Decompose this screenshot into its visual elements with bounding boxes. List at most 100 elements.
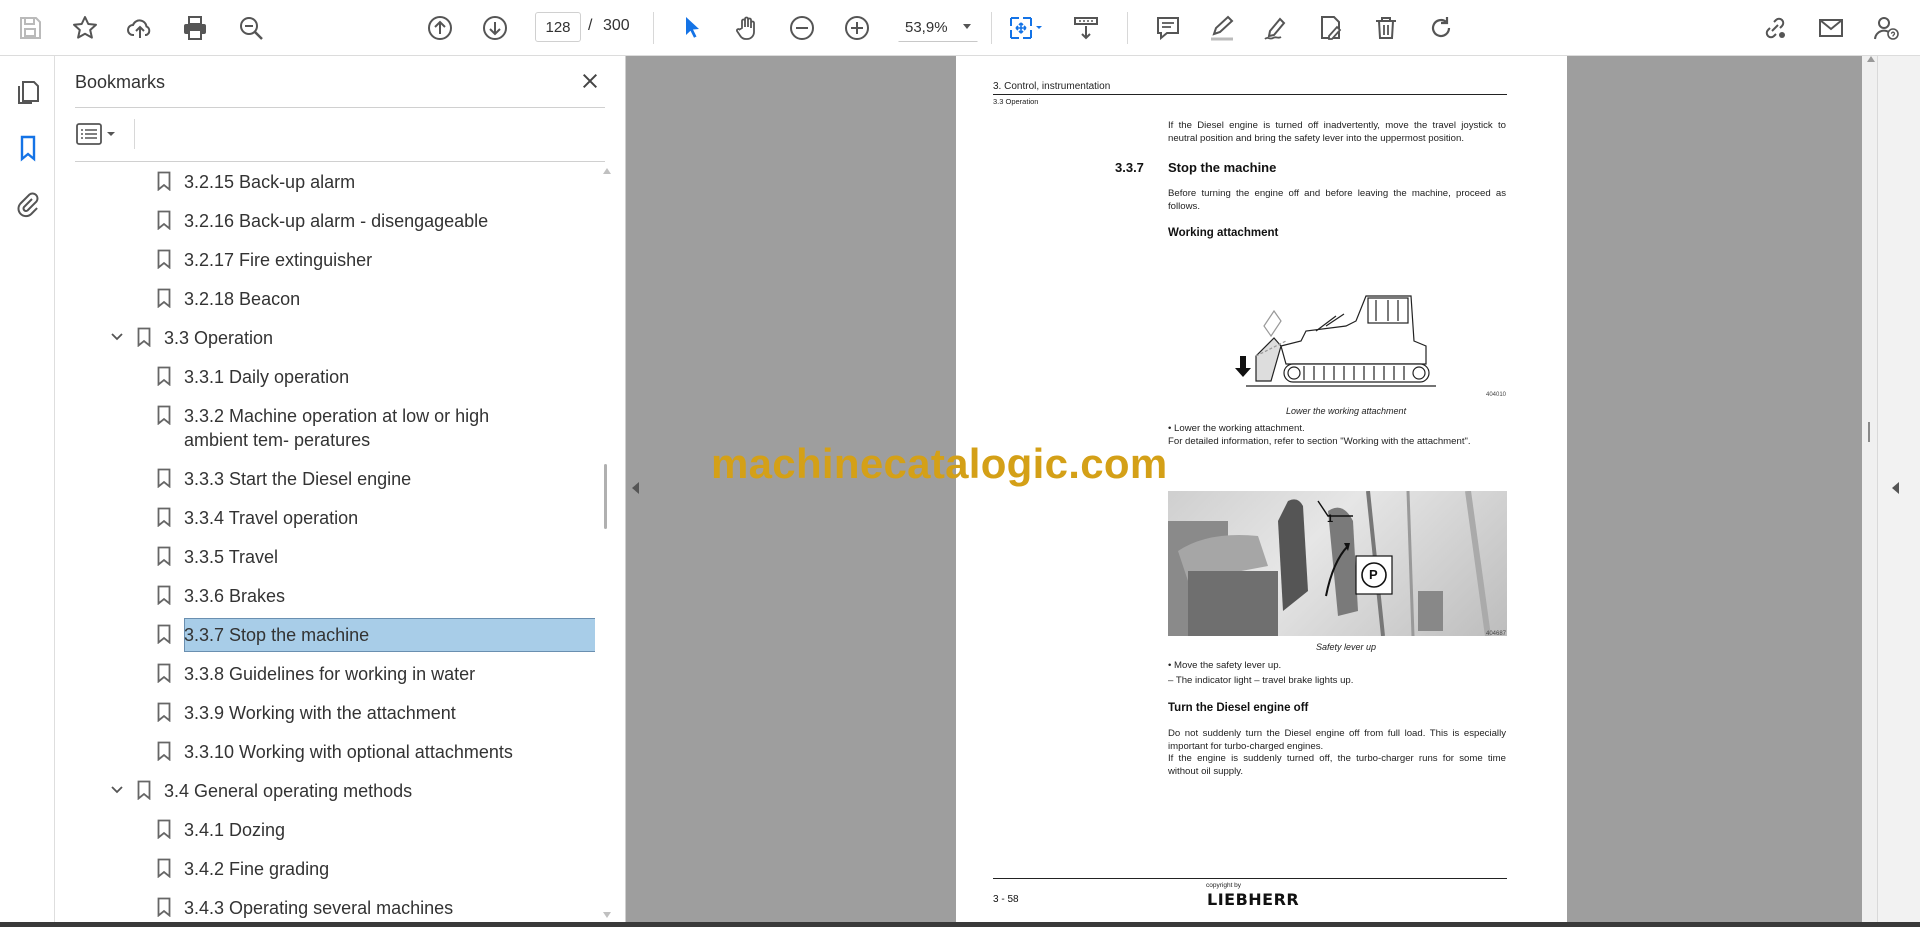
section-number: 3.3.7	[1115, 160, 1144, 175]
options-divider	[134, 119, 135, 149]
bullet-indicator-light: – The indicator light – travel brake lig…	[1168, 675, 1354, 686]
watermark-text: machinecatalogic.com	[711, 440, 1168, 487]
bookmark-item[interactable]: 3.3.3 Start the Diesel engine	[55, 460, 595, 496]
pdf-page: 3. Control, instrumentation 3.3 Operatio…	[956, 56, 1567, 922]
bookmark-item[interactable]: 3.2.17 Fire extinguisher	[55, 241, 595, 277]
expand-right-panel-arrow-icon[interactable]	[1892, 482, 1899, 494]
bookmark-item-parent[interactable]: 3.3 Operation	[55, 319, 595, 355]
edit-text-icon[interactable]	[1312, 9, 1350, 47]
bookmark-item[interactable]: 3.3.8 Guidelines for working in water	[55, 655, 595, 691]
bookmark-item-parent[interactable]: 3.4 General operating methods	[55, 772, 595, 808]
select-cursor-icon[interactable]	[673, 9, 711, 47]
print-icon[interactable]	[176, 9, 214, 47]
bookmark-label: 3.3.6 Brakes	[184, 586, 286, 606]
scroll-up-arrow-icon[interactable]	[1867, 56, 1875, 62]
dozer-illustration	[1235, 295, 1436, 387]
share-link-icon[interactable]	[1756, 9, 1794, 47]
bookmark-options-button[interactable]	[75, 119, 123, 149]
save-icon[interactable]	[11, 9, 49, 47]
attachments-paperclip-icon[interactable]	[12, 188, 44, 220]
bookmark-icon	[157, 366, 171, 386]
bookmark-label: 3.2.16 Back-up alarm - disengageable	[184, 211, 489, 231]
bookmark-item[interactable]: 3.4.3 Operating several machines	[55, 889, 595, 925]
bookmark-item[interactable]: 3.3.5 Travel	[55, 538, 595, 574]
bookmark-icon	[137, 780, 151, 800]
figure-code: 404010	[1486, 392, 1507, 398]
scroll-down-arrow-icon[interactable]	[603, 912, 611, 918]
zoom-in-icon[interactable]	[838, 9, 876, 47]
liebherr-logo: LIEBHERR	[1207, 890, 1300, 909]
bookmark-icon	[157, 288, 171, 308]
trash-icon[interactable]	[1367, 9, 1405, 47]
figure-caption: Safety lever up	[1316, 642, 1377, 652]
account-icon[interactable]	[1867, 9, 1905, 47]
bookmark-item[interactable]: 3.2.18 Beacon	[55, 280, 595, 316]
bookmark-item[interactable]: 3.3.9 Working with the attachment	[55, 694, 595, 730]
bookmark-item[interactable]: 3.3.1 Daily operation	[55, 358, 595, 394]
zoom-out-icon[interactable]	[783, 9, 821, 47]
bookmark-item-selected[interactable]: 3.3.7 Stop the machine	[55, 616, 595, 652]
bookmark-label: 3.3.5 Travel	[184, 547, 279, 567]
upload-cloud-icon[interactable]	[121, 9, 159, 47]
close-icon[interactable]	[577, 68, 603, 94]
bookmark-item[interactable]: 3.2.16 Back-up alarm - disengageable	[55, 202, 595, 238]
bookmark-scrollbar[interactable]	[601, 168, 613, 918]
previous-page-icon[interactable]	[421, 9, 459, 47]
bookmark-item[interactable]: 3.3.6 Brakes	[55, 577, 595, 613]
bookmark-label: 3.4 General operating methods	[164, 781, 413, 801]
bookmark-item[interactable]: 3.2.15 Back-up alarm	[55, 163, 595, 199]
top-toolbar: 128 / 300 53,9%	[0, 0, 1920, 56]
scroll-up-arrow-icon[interactable]	[603, 168, 611, 174]
star-icon[interactable]	[66, 9, 104, 47]
page-thumbnails-icon[interactable]	[12, 76, 44, 108]
chevron-down-icon[interactable]	[110, 330, 124, 344]
bookmark-label: 3.3.3 Start the Diesel engine	[184, 469, 412, 489]
page-header-section: 3.3 Operation	[993, 97, 1039, 106]
bookmark-label: 3.3.7 Stop the machine	[184, 625, 370, 645]
highlight-pen-icon[interactable]	[1203, 9, 1241, 47]
footer-page-number: 3 - 58	[993, 894, 1019, 905]
page-total: 300	[603, 17, 630, 34]
collapse-panel-arrow-icon[interactable]	[632, 482, 639, 494]
figure-caption: Lower the working attachment	[1286, 406, 1407, 416]
bookmark-tree: 3.2.15 Back-up alarm 3.2.16 Back-up alar…	[55, 163, 595, 927]
bookmark-item[interactable]: 3.3.2 Machine operation at low or high a…	[55, 397, 595, 453]
fit-page-icon[interactable]	[1001, 9, 1049, 47]
bookmark-item[interactable]: 3.4.1 Dozing	[55, 811, 595, 847]
comment-icon[interactable]	[1149, 9, 1187, 47]
bookmark-label: 3.3.8 Guidelines for working in water	[184, 664, 476, 684]
bookmark-label: 3.2.17 Fire extinguisher	[184, 250, 373, 270]
options-list-icon	[76, 123, 115, 145]
bookmark-label: 3.4.2 Fine grading	[184, 859, 330, 879]
page-number-input[interactable]: 128	[535, 12, 581, 42]
bookmark-label: 3.3 Operation	[164, 328, 274, 348]
hand-tool-icon[interactable]	[728, 9, 766, 47]
bookmarks-panel: Bookmarks 3.2.15 Back-up alarm 3.2.16 Ba…	[55, 56, 626, 927]
chevron-down-icon[interactable]	[110, 783, 124, 797]
document-scrollbar[interactable]	[1862, 56, 1877, 922]
draw-freehand-icon[interactable]	[1257, 9, 1295, 47]
bookmark-label: 3.3.4 Travel operation	[184, 508, 359, 528]
panel-divider	[75, 161, 605, 162]
bookmark-label: 3.2.15 Back-up alarm	[184, 172, 356, 192]
bookmark-label: 3.4.3 Operating several machines	[184, 898, 454, 918]
bookmark-item[interactable]: 3.3.10 Working with optional attachments	[55, 733, 595, 769]
safety-lever-photo: 1 P	[1168, 491, 1507, 636]
bookmark-icon	[157, 585, 171, 605]
bookmark-panel-icon[interactable]	[12, 132, 44, 164]
bookmark-item[interactable]: 3.3.4 Travel operation	[55, 499, 595, 535]
zoom-search-icon[interactable]	[232, 9, 270, 47]
redo-icon[interactable]	[1422, 9, 1460, 47]
subheading-turn-engine-off: Turn the Diesel engine off	[1168, 702, 1309, 714]
next-page-icon[interactable]	[476, 9, 514, 47]
scroll-thumb[interactable]	[604, 464, 607, 529]
zoom-level-select[interactable]: 53,9%	[898, 12, 978, 42]
intro-paragraph: If the Diesel engine is turned off inadv…	[1168, 120, 1506, 144]
bookmark-item[interactable]: 3.4.2 Fine grading	[55, 850, 595, 886]
scroll-mode-icon[interactable]	[1067, 9, 1105, 47]
bookmark-icon	[157, 468, 171, 488]
page-footer-rule	[993, 878, 1507, 879]
email-icon[interactable]	[1812, 9, 1850, 47]
scroll-thumb[interactable]	[1868, 422, 1870, 442]
toolbar-divider	[653, 12, 654, 44]
